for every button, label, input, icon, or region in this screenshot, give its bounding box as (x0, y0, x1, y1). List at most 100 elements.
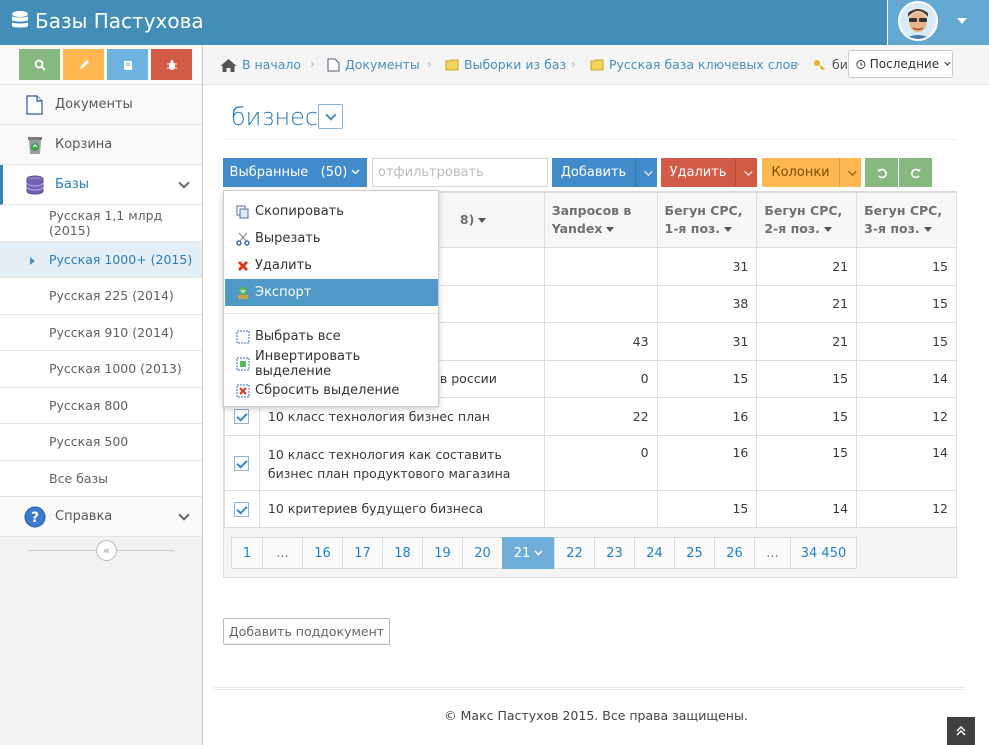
add-dropdown-toggle[interactable] (635, 158, 657, 187)
row-checkbox-cell[interactable] (224, 434, 260, 491)
page-link[interactable]: 22 (554, 537, 595, 569)
sidebar-item-label: Корзина (55, 137, 113, 152)
menu-item-select-all[interactable]: Выбрать все (225, 323, 438, 350)
redo-button[interactable] (899, 158, 932, 187)
checkbox-checked[interactable] (234, 455, 250, 471)
bug-icon (166, 59, 177, 70)
menu-item-reset-selection[interactable]: Сбросить выделение (225, 377, 438, 404)
edit-shortcut-button[interactable] (63, 49, 104, 80)
page-ellipsis: ... (262, 537, 303, 569)
cpc3-cell: 14 (856, 434, 956, 491)
copy-icon (236, 205, 249, 218)
page-link-active[interactable]: 21 (502, 537, 555, 569)
title-dropdown-button[interactable] (318, 104, 343, 129)
page-link[interactable]: 24 (634, 537, 675, 569)
page-link[interactable]: 26 (714, 537, 755, 569)
sidebar-item-documents[interactable]: Документы (0, 85, 202, 125)
book-shortcut-button[interactable] (107, 49, 148, 80)
page-link[interactable]: 18 (382, 537, 423, 569)
columns-dropdown-toggle[interactable] (839, 158, 861, 187)
cpc2-cell: 15 (756, 397, 858, 436)
checkbox-checked[interactable] (234, 501, 250, 517)
selected-dropdown-button[interactable]: Выбранные (50) (223, 158, 367, 187)
sidebar-item-label: Базы (55, 177, 90, 192)
divider (223, 139, 957, 140)
row-checkbox-cell[interactable] (224, 489, 260, 528)
recent-dropdown-button[interactable]: Последние (848, 50, 953, 78)
recycle-bin-icon (24, 134, 46, 156)
submenu-item[interactable]: Русская 910 (2014) (0, 315, 202, 351)
breadcrumb-russian-base[interactable]: Русская база ключевых слов (590, 57, 798, 72)
database-icon (24, 174, 46, 196)
page-link-last[interactable]: 34 450 (790, 537, 857, 569)
add-button[interactable]: Добавить (552, 158, 635, 187)
checkbox-checked[interactable] (234, 409, 250, 425)
page-link[interactable]: 16 (302, 537, 343, 569)
delete-button[interactable]: Удалить (661, 158, 735, 187)
home-icon (220, 58, 237, 72)
menu-item-delete[interactable]: Удалить (225, 252, 438, 279)
breadcrumb-selections[interactable]: Выборки из баз (445, 57, 566, 72)
cpc1-header[interactable]: Бегун CPC, 1-я поз. (656, 192, 758, 248)
columns-button[interactable]: Колонки (762, 158, 839, 187)
cpc2-cell: 21 (756, 284, 858, 323)
bug-shortcut-button[interactable] (151, 49, 192, 80)
submenu-item[interactable]: Русская 1,1 млрд (2015) (0, 205, 202, 242)
submenu-item[interactable]: Русская 800 (0, 388, 202, 424)
sidebar-item-help[interactable]: ? Справка (0, 497, 202, 537)
reset-selection-icon (236, 384, 250, 397)
submenu-item-current[interactable]: Русская 1000+ (2015) (0, 241, 202, 278)
cpc2-header[interactable]: Бегун CPC, 2-я поз. (756, 192, 858, 248)
sidebar-item-bases[interactable]: Базы (0, 165, 202, 205)
cpc3-cell: 12 (856, 489, 956, 528)
bases-submenu: Русская 1,1 млрд (2015) Русская 1000+ (2… (0, 205, 202, 497)
menu-item-invert-selection[interactable]: Инвертировать выделение (225, 349, 438, 379)
cpc3-cell: 15 (856, 322, 956, 361)
sidebar-shortcuts (0, 45, 202, 85)
submenu-item[interactable]: Русская 225 (2014) (0, 278, 202, 315)
page-link[interactable]: 20 (462, 537, 503, 569)
table-row[interactable]: 10 критериев будущего бизнеса 15 14 12 (224, 489, 956, 528)
table-row[interactable]: 10 класс технология как составить бизнес… (224, 434, 956, 491)
user-menu[interactable] (887, 0, 989, 45)
cpc1-cell: 38 (656, 284, 758, 323)
submenu-item[interactable]: Все базы (0, 461, 202, 497)
filter-input[interactable] (372, 158, 548, 187)
add-subdocument-button[interactable]: Добавить поддокумент (223, 618, 390, 645)
cpc2-cell: 21 (756, 322, 858, 361)
delete-dropdown-toggle[interactable] (735, 158, 757, 187)
book-icon (123, 60, 132, 70)
page-link[interactable]: 17 (342, 537, 383, 569)
cpc3-header[interactable]: Бегун CPC, 3-я поз. (856, 192, 956, 248)
scroll-top-button[interactable] (947, 717, 975, 745)
svg-text:?: ? (31, 510, 39, 526)
app-title: Базы Пастухова (35, 9, 204, 33)
top-navbar: Базы Пастухова (0, 0, 989, 45)
yandex-cell (543, 284, 658, 323)
sidebar-collapse-button[interactable]: « (96, 540, 117, 561)
submenu-item[interactable]: Русская 500 (0, 424, 202, 461)
menu-divider (225, 313, 438, 314)
footer-divider (214, 687, 965, 690)
yandex-cell: 0 (543, 359, 658, 398)
sidebar-collapse-row: « (0, 537, 202, 565)
app-brand[interactable]: Базы Пастухова (11, 9, 204, 33)
search-shortcut-button[interactable] (19, 49, 60, 80)
page-link[interactable]: 25 (674, 537, 715, 569)
yandex-header[interactable]: Запросов в Yandex (543, 192, 658, 248)
avatar (898, 1, 938, 41)
menu-item-copy[interactable]: Скопировать (225, 198, 438, 225)
breadcrumb-documents[interactable]: Документы (327, 57, 420, 72)
chevron-down-icon (178, 177, 190, 189)
page-link[interactable]: 1 (231, 537, 263, 569)
sidebar-item-trash[interactable]: Корзина (0, 125, 202, 165)
undo-button[interactable] (865, 158, 898, 187)
page-link[interactable]: 23 (594, 537, 635, 569)
menu-item-cut[interactable]: Вырезать (225, 225, 438, 252)
cpc2-cell: 21 (756, 247, 858, 286)
menu-item-export[interactable]: Экспорт (225, 279, 438, 306)
submenu-item[interactable]: Русская 1000 (2013) (0, 351, 202, 388)
page-link[interactable]: 19 (422, 537, 463, 569)
search-icon (34, 59, 46, 71)
breadcrumb-home[interactable]: В начало (220, 57, 301, 72)
